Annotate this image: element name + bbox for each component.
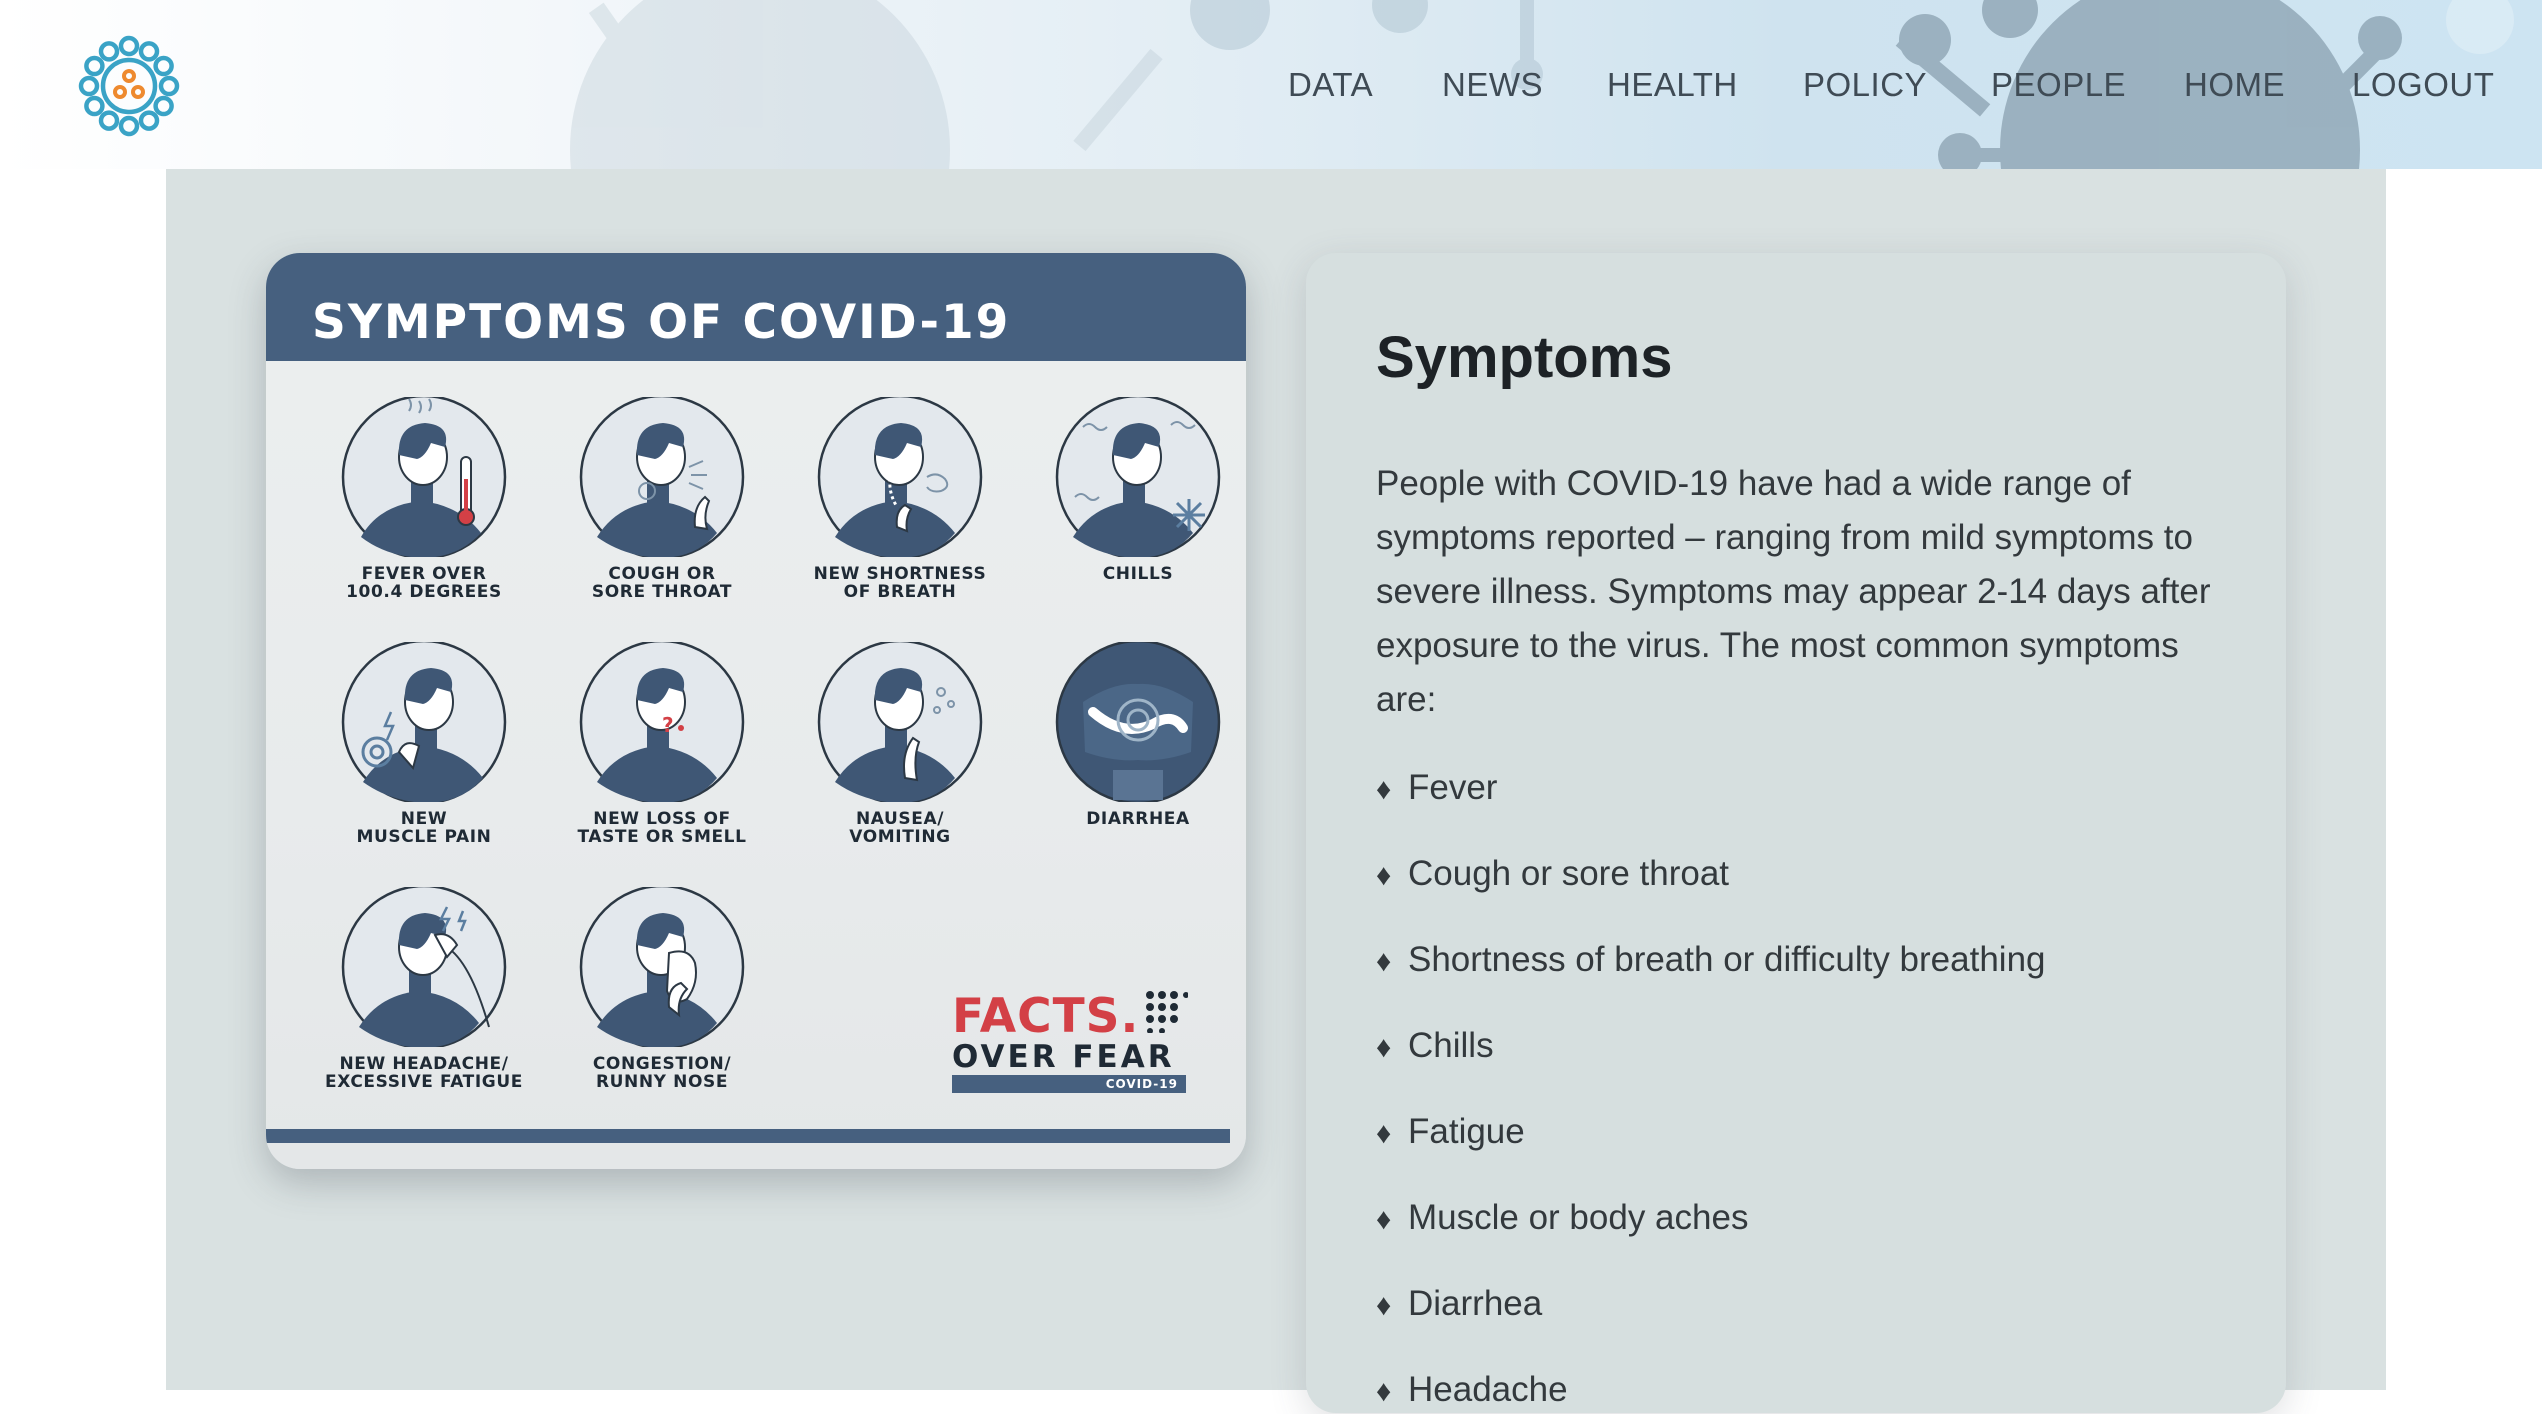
poster-title: SYMPTOMS OF COVID-19 [312, 295, 1011, 350]
nav-health[interactable]: HEALTH [1607, 64, 1738, 106]
nav-people[interactable]: PEOPLE [1991, 64, 2126, 106]
card-title: Symptoms [1376, 325, 1673, 390]
fever-thermometer-icon [341, 397, 507, 557]
diamond-bullet-icon: ♦ [1376, 1375, 1392, 1408]
nav-policy[interactable]: POLICY [1803, 64, 1927, 106]
symptom-list-item: ♦ Chills [1376, 1024, 1494, 1068]
symptom-label: CHILLS [1102, 564, 1174, 584]
symptom-text: Muscle or body aches [1408, 1198, 1749, 1237]
symptom-text: Diarrhea [1408, 1284, 1543, 1323]
symptom-label: COUGH OR SORE THROAT [591, 564, 733, 602]
symptom-cough: COUGH OR SORE THROAT [542, 397, 782, 601]
covid-symptoms-poster: SYMPTOMS OF COVID-19 FEVER OVER 100.4 DE… [266, 253, 1246, 1169]
svg-text:?: ? [662, 713, 674, 737]
loss-of-taste-icon: ? [579, 642, 745, 802]
diamond-bullet-icon: ♦ [1376, 859, 1392, 892]
shortness-of-breath-icon [817, 397, 983, 557]
nav-logout[interactable]: LOGOUT [2352, 64, 2494, 106]
symptom-list-item: ♦ Fatigue [1376, 1110, 1525, 1154]
symptom-label: NEW HEADACHE/ EXCESSIVE FATIGUE [325, 1054, 523, 1092]
congestion-tissue-icon [579, 887, 745, 1047]
virus-logo-icon[interactable] [76, 33, 182, 139]
symptom-list-item: ♦ Cough or sore throat [1376, 852, 1729, 896]
symptom-label: CONGESTION/ RUNNY NOSE [592, 1054, 732, 1092]
nav-data[interactable]: DATA [1288, 64, 1373, 106]
diamond-bullet-icon: ♦ [1376, 945, 1392, 978]
symptom-congestion: CONGESTION/ RUNNY NOSE [542, 887, 782, 1091]
stomach-icon [1055, 642, 1221, 802]
symptom-label: DIARRHEA [1086, 809, 1190, 829]
symptoms-card: Symptoms People with COVID-19 have had a… [1306, 253, 2286, 1413]
diamond-bullet-icon: ♦ [1376, 1289, 1392, 1322]
diamond-bullet-icon: ♦ [1376, 1117, 1392, 1150]
card-intro: People with COVID-19 have had a wide ran… [1376, 464, 2211, 719]
symptom-text: Cough or sore throat [1408, 854, 1730, 893]
site-header: DATA NEWS HEALTH POLICY PEOPLE HOME LOGO… [0, 0, 2542, 169]
nav-news[interactable]: NEWS [1442, 64, 1543, 106]
chills-snowflake-icon [1055, 397, 1221, 557]
symptom-muscle-pain: NEW MUSCLE PAIN [304, 642, 544, 846]
symptom-text: Fever [1408, 768, 1498, 807]
symptom-list-item: ♦ Diarrhea [1376, 1282, 1542, 1326]
symptom-list-item: ♦ Muscle or body aches [1376, 1196, 1748, 1240]
nausea-icon [817, 642, 983, 802]
symptom-label: NAUSEA/ VOMITING [849, 809, 951, 847]
symptom-text: Chills [1408, 1026, 1494, 1065]
diamond-bullet-icon: ♦ [1376, 773, 1392, 806]
symptom-list-item: ♦ Headache [1376, 1368, 1568, 1412]
virus-background-icon [570, 0, 2514, 169]
symptom-list-item: ♦ Shortness of breath or difficulty breat… [1376, 938, 2046, 982]
symptom-nausea: NAUSEA/ VOMITING [780, 642, 1020, 846]
facts-logo-sub: COVID-19 [1105, 1077, 1178, 1091]
diamond-bullet-icon: ♦ [1376, 1031, 1392, 1064]
poster-bottom-bar [266, 1129, 1230, 1143]
facts-logo-line1: FACTS. [952, 989, 1140, 1044]
symptom-list-item: ♦ Fever [1376, 766, 1497, 810]
cough-icon [579, 397, 745, 557]
symptom-label: FEVER OVER 100.4 DEGREES [346, 564, 502, 602]
muscle-pain-icon [341, 642, 507, 802]
facts-over-fear-logo: FACTS. OVER FEAR COVID-19 [952, 989, 1190, 1093]
symptom-headache: NEW HEADACHE/ EXCESSIVE FATIGUE [304, 887, 544, 1091]
headache-icon [341, 887, 507, 1047]
symptom-chills: CHILLS [1018, 397, 1246, 583]
symptom-fever: FEVER OVER 100.4 DEGREES [304, 397, 544, 601]
dot-grid-icon [1146, 991, 1188, 1033]
facts-logo-line2: OVER FEAR [952, 1039, 1175, 1075]
symptom-text: Fatigue [1408, 1112, 1525, 1151]
nav-home[interactable]: HOME [2184, 64, 2285, 106]
symptom-label: NEW LOSS OF TASTE OR SMELL [577, 809, 747, 847]
poster-header: SYMPTOMS OF COVID-19 [266, 253, 1246, 361]
symptom-text: Shortness of breath or difficulty breath… [1408, 940, 2046, 979]
symptom-label: NEW MUSCLE PAIN [356, 809, 492, 847]
diamond-bullet-icon: ♦ [1376, 1203, 1392, 1236]
facts-logo-bar: COVID-19 [952, 1075, 1186, 1093]
symptom-diarrhea: DIARRHEA [1018, 642, 1246, 828]
symptom-label: NEW SHORTNESS OF BREATH [813, 564, 987, 602]
symptom-loss-of-taste: ? NEW LOSS OF TASTE OR SMELL [542, 642, 782, 846]
symptom-shortness-of-breath: NEW SHORTNESS OF BREATH [780, 397, 1020, 601]
